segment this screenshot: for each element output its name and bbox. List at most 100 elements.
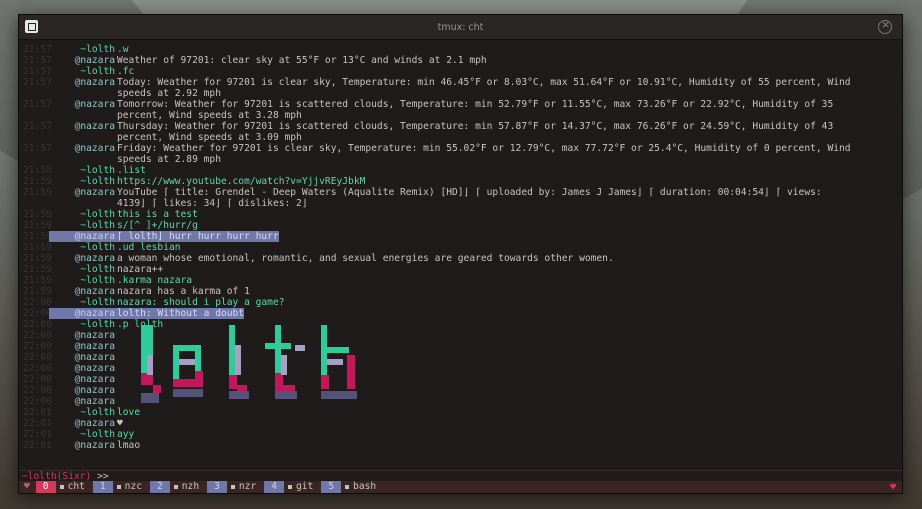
tmux-window-nzr[interactable]: 3 nzr	[207, 481, 256, 493]
nickname[interactable]: @nazara	[49, 231, 117, 242]
tmux-window-nzc[interactable]: 1 nzc	[92, 481, 142, 493]
message-text: nazara: should i play a game?	[117, 297, 285, 308]
tmux-window-git[interactable]: 4 git	[264, 481, 313, 493]
nickname[interactable]: @nazara	[49, 330, 117, 341]
chat-line: 22:01 ~lolth ayy	[19, 429, 902, 440]
message-text: this is a test	[117, 209, 198, 220]
heart-icon: ♥	[24, 481, 30, 492]
message-text: Today: Weather for 97201 is clear sky, T…	[117, 77, 851, 88]
separator-icon	[59, 485, 64, 489]
nickname[interactable]: @nazara	[49, 187, 117, 198]
window-number: 5	[321, 481, 342, 493]
nickname[interactable]: @nazara	[49, 121, 117, 132]
tmux-window-bash[interactable]: 5 bash	[321, 481, 376, 493]
chat-line: 21:57 @nazara Friday: Weather for 97201 is…	[19, 143, 902, 154]
message-text: ♥	[117, 418, 123, 429]
chat-line: percent, Wind speeds at 3.09 mph	[19, 132, 902, 143]
message-text: .fc	[117, 66, 135, 77]
separator-icon	[345, 485, 350, 489]
nickname[interactable]: ~lolth	[49, 66, 117, 77]
message-text: percent, Wind speeds at 3.28 mph	[117, 110, 302, 121]
window-name: cht	[67, 481, 85, 492]
nickname[interactable]: @nazara	[49, 396, 117, 407]
tmux-window-nzh[interactable]: 2 nzh	[150, 481, 199, 493]
message-text: Thursday: Weather for 97201 is scattered…	[117, 121, 834, 132]
window-name: nzc	[124, 481, 142, 492]
nickname[interactable]: @nazara	[49, 418, 117, 429]
nickname[interactable]: ~lolth	[49, 275, 117, 286]
close-icon[interactable]	[878, 18, 892, 34]
nickname[interactable]: ~lolth	[49, 44, 117, 55]
input-line[interactable]: ~lolth(Sixr) >>	[19, 470, 902, 482]
nickname[interactable]: @nazara	[49, 363, 117, 374]
message-text: ⌈ lolth⌋ hurr hurr hurr hurr	[117, 231, 279, 242]
nickname[interactable]: @nazara	[49, 55, 117, 66]
nickname[interactable]: ~lolth	[49, 407, 117, 418]
message-text: .karma nazara	[117, 275, 193, 286]
message-text: nazara++	[117, 264, 164, 275]
chat-line: 21:59 ~lolth s/[^ ]+/hurr/g	[19, 220, 902, 231]
message-text: .list	[117, 165, 146, 176]
nickname[interactable]: @nazara	[49, 77, 117, 88]
nickname[interactable]: @nazara	[49, 308, 117, 319]
nickname[interactable]: @nazara	[49, 374, 117, 385]
separator-icon	[173, 485, 178, 489]
message-text: Friday: Weather for 97201 is clear sky, …	[117, 143, 851, 154]
message-text: s/[^ ]+/hurr/g	[117, 220, 198, 231]
nickname[interactable]: ~lolth	[49, 242, 117, 253]
chat-line: speeds at 2.92 mph	[19, 88, 902, 99]
message-text: Tomorrow: Weather for 97201 is scattered…	[117, 99, 834, 110]
message-text: a woman whose emotional, romantic, and s…	[117, 253, 614, 264]
window-title: tmux: cht	[437, 21, 484, 33]
chat-line: 21:57 @nazara Thursday: Weather for 97201 …	[19, 121, 902, 132]
chat-line: 21:58 ~lolth .list	[19, 165, 902, 176]
nickname[interactable]: @nazara	[49, 352, 117, 363]
window-name: nzr	[238, 481, 257, 492]
separator-icon	[230, 485, 235, 489]
window-number: 3	[207, 481, 227, 493]
nickname[interactable]: ~lolth	[49, 297, 117, 308]
nickname[interactable]: ~lolth	[49, 165, 117, 176]
message-text: YouTube ⌈ title: Grendel - Deep Waters (…	[117, 187, 822, 198]
nickname[interactable]: @nazara	[49, 286, 117, 297]
nickname[interactable]: @nazara	[49, 385, 117, 396]
message-text: .ud lesbian	[117, 242, 181, 253]
app-icon	[25, 20, 38, 33]
nickname[interactable]: ~lolth	[49, 319, 117, 330]
nickname[interactable]: @nazara	[49, 99, 117, 110]
chat-line: 4139⌋ ⌈ likes: 34⌋ ⌈ dislikes: 2⌋	[19, 198, 902, 209]
chat-line: 21:57 @nazara Today: Weather for 97201 is …	[19, 77, 902, 88]
nickname[interactable]: @nazara	[49, 341, 117, 352]
chat-line: 21:59 ~lolth .ud lesbian	[19, 242, 902, 253]
chat-line: 21:57 @nazara Tomorrow: Weather for 97201 …	[19, 99, 902, 110]
tmux-window-cht[interactable]: 0 cht	[35, 481, 85, 493]
message-text: https://www.youtube.com/watch?v=YjjvREyJ…	[117, 176, 366, 187]
chat-line: 22:00 ~lolth nazara: should i play a game?	[19, 297, 902, 308]
chat-line: 21:59 ~lolth .karma nazara	[19, 275, 902, 286]
chat-line: 22:01 @nazara lmao	[19, 440, 902, 451]
nickname[interactable]: @nazara	[49, 143, 117, 154]
chat-line: 21:59 ~lolth this is a test	[19, 209, 902, 220]
heart-icon-right: ♥	[890, 482, 896, 493]
separator-icon	[116, 485, 121, 489]
nickname[interactable]: ~lolth	[49, 220, 117, 231]
nickname[interactable]: ~lolth	[49, 264, 117, 275]
chat-line: 22:01 ~lolth love	[19, 407, 902, 418]
separator-icon	[288, 485, 292, 489]
chat-line: 21:59 @nazara YouTube ⌈ title: Grendel - D…	[19, 187, 902, 198]
nickname[interactable]: @nazara	[49, 253, 117, 264]
title-bar[interactable]: tmux: cht	[19, 15, 902, 40]
lolth-ascii-art	[141, 325, 357, 403]
window-name: bash	[353, 481, 377, 492]
chat-line: 21:59 ~lolth nazara++	[19, 264, 902, 275]
message-text: 4139⌋ ⌈ likes: 34⌋ ⌈ dislikes: 2⌋	[117, 198, 308, 209]
chat-line: 22:01 @nazara ♥	[19, 418, 902, 429]
nickname[interactable]: @nazara	[49, 440, 117, 451]
message-text: percent, Wind speeds at 3.09 mph	[117, 132, 302, 143]
nickname[interactable]: ~lolth	[49, 176, 117, 187]
message-text: .w	[117, 44, 129, 55]
chat-line: percent, Wind speeds at 3.28 mph	[19, 110, 902, 121]
nickname[interactable]: ~lolth	[49, 429, 117, 440]
nickname[interactable]: ~lolth	[49, 209, 117, 220]
chat-line: 21:59 @nazara nazara has a karma of 1	[19, 286, 902, 297]
